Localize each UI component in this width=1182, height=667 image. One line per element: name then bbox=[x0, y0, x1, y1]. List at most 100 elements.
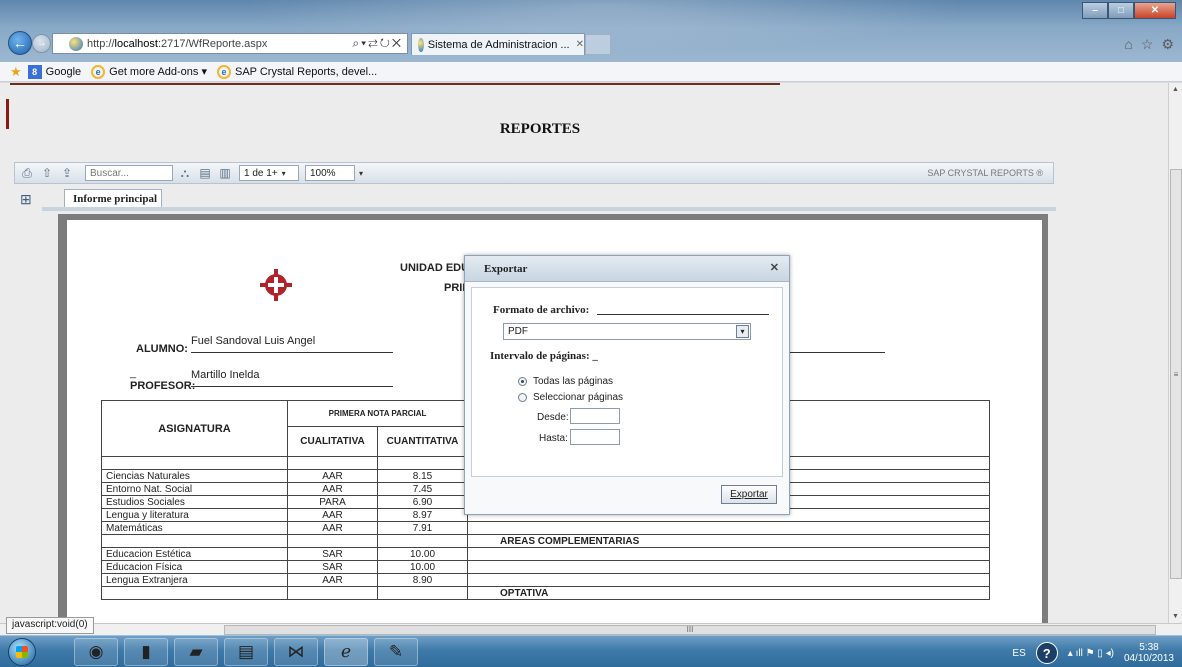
language-indicator[interactable]: ES bbox=[1012, 648, 1025, 659]
section-optativa: OPTATIVA bbox=[467, 586, 990, 600]
cell-subject: Ciencias Naturales bbox=[101, 469, 288, 483]
cell-subject: Lengua Extranjera bbox=[101, 573, 288, 587]
to-input[interactable] bbox=[570, 429, 620, 445]
chevron-down-icon: ▾ bbox=[281, 168, 286, 178]
dialog-title-bar: Exportar ✕ bbox=[465, 256, 789, 282]
radio-select-pages[interactable]: Seleccionar páginas bbox=[518, 392, 623, 403]
school-emblem-icon bbox=[260, 269, 292, 301]
favorites-star-icon[interactable]: ☆ bbox=[1141, 36, 1154, 53]
horizontal-scrollbar[interactable]: III bbox=[0, 623, 1182, 635]
header-divider bbox=[10, 83, 780, 85]
cell-qual: SAR bbox=[287, 547, 378, 561]
sap-brand: SAP CRYSTAL REPORTS ® bbox=[927, 168, 1043, 178]
start-button[interactable] bbox=[8, 638, 36, 666]
radio-unselected-icon[interactable] bbox=[518, 393, 527, 402]
back-arrow-icon[interactable]: ← bbox=[8, 31, 32, 55]
favorite-google[interactable]: 8 Google bbox=[27, 64, 82, 79]
favorite-label: SAP Crystal Reports, devel... bbox=[235, 65, 378, 78]
chrome-icon[interactable]: ◉ bbox=[74, 638, 118, 666]
table-row: Lengua Extranjera AAR 8.90 bbox=[101, 573, 990, 587]
format-select[interactable]: PDF ▾ bbox=[503, 323, 751, 340]
favorite-addons[interactable]: e Get more Add-ons ▾ bbox=[91, 64, 207, 79]
url-prefix: http:// bbox=[87, 37, 115, 50]
zoom-chevron-icon[interactable]: ▾ bbox=[359, 169, 363, 178]
vertical-scrollbar[interactable]: ▲ ≡ ▼ bbox=[1168, 83, 1182, 623]
page-title: REPORTES bbox=[499, 121, 581, 137]
tab-page-icon bbox=[418, 37, 424, 52]
export-dialog: Exportar ✕ Formato de archivo: PDF ▾ Int… bbox=[464, 255, 790, 515]
range-label-text: Intervalo de páginas: bbox=[490, 350, 590, 362]
clock[interactable]: 5:38 04/10/2013 bbox=[1124, 642, 1174, 664]
notepad-icon[interactable]: ▤ bbox=[224, 638, 268, 666]
minimize-button[interactable]: – bbox=[1082, 2, 1108, 19]
format-rule bbox=[597, 314, 769, 315]
zoom-select[interactable]: 100% bbox=[305, 165, 355, 181]
chevron-down-icon[interactable]: ▾ bbox=[736, 325, 749, 338]
office-icon[interactable]: ▮ bbox=[124, 638, 168, 666]
address-bar[interactable]: http://localhost:2717/WfReporte.aspx ⌕▾⇄… bbox=[52, 33, 408, 54]
window-controls: – □ ✕ bbox=[1082, 2, 1176, 19]
col-cuantitativa: CUANTITATIVA bbox=[377, 426, 468, 457]
horizontal-scroll-thumb[interactable]: III bbox=[224, 625, 1156, 635]
binoculars-icon[interactable]: ⛬ bbox=[177, 165, 193, 181]
cell-quant: 8.15 bbox=[377, 469, 468, 483]
scroll-up-icon[interactable]: ▲ bbox=[1172, 86, 1179, 93]
internet-explorer-icon[interactable]: ℯ bbox=[324, 638, 368, 666]
tray-icons[interactable]: ▴ ıll ⚑ ▯ ◂) bbox=[1068, 648, 1114, 659]
page-nav-next-icon[interactable]: ▥ bbox=[217, 165, 233, 181]
close-window-button[interactable]: ✕ bbox=[1134, 2, 1176, 19]
tab-strip bbox=[42, 207, 1056, 211]
radio-selected-icon[interactable] bbox=[518, 377, 527, 386]
dialog-title: Exportar bbox=[484, 263, 528, 275]
profesor-label: PROFESOR: bbox=[130, 380, 196, 392]
alumno-label: ALUMNO: bbox=[136, 343, 188, 355]
profesor-value: Martillo Inelda bbox=[191, 369, 260, 381]
radio-all-pages[interactable]: Todas las páginas bbox=[518, 376, 613, 387]
print-icon[interactable]: ⎙ bbox=[19, 165, 35, 181]
favorite-crystal[interactable]: e SAP Crystal Reports, devel... bbox=[217, 64, 378, 79]
help-icon[interactable]: ? bbox=[1035, 642, 1058, 664]
page-nav-icon[interactable]: ▤ bbox=[197, 165, 213, 181]
cell-qual: PARA bbox=[287, 495, 378, 509]
alumno-underline bbox=[191, 352, 393, 353]
cell-qual: AAR bbox=[287, 469, 378, 483]
favorite-label: Google bbox=[45, 65, 82, 78]
page-indicator[interactable]: 1 de 1+ ▾ bbox=[239, 165, 299, 181]
vertical-scroll-thumb[interactable]: ≡ bbox=[1170, 169, 1182, 579]
tab-close-icon[interactable]: ✕ bbox=[576, 39, 584, 50]
section-areas-complementarias: AREAS COMPLEMENTARIAS bbox=[467, 534, 990, 548]
group-tree-icon[interactable]: ⊞ bbox=[20, 191, 38, 211]
address-url: http://localhost:2717/WfReporte.aspx bbox=[87, 38, 267, 50]
cell-subject: Lengua y literatura bbox=[101, 508, 288, 522]
url-host: localhost bbox=[114, 37, 158, 50]
export-icon[interactable]: ⇪ bbox=[59, 165, 75, 181]
export-button[interactable]: Exportar bbox=[721, 485, 777, 504]
cell-qual: AAR bbox=[287, 508, 378, 522]
paint-icon[interactable]: ✎ bbox=[374, 638, 418, 666]
maximize-button[interactable]: □ bbox=[1108, 2, 1134, 19]
search-input[interactable] bbox=[85, 165, 173, 181]
tab-informe-principal[interactable]: Informe principal bbox=[64, 189, 162, 208]
gear-icon[interactable]: ⚙ bbox=[1161, 36, 1174, 53]
from-input[interactable] bbox=[570, 408, 620, 424]
scroll-down-icon[interactable]: ▼ bbox=[1172, 613, 1179, 620]
dialog-close-icon[interactable]: ✕ bbox=[770, 261, 779, 274]
up-icon[interactable]: ⇧ bbox=[39, 165, 55, 181]
format-label: Formato de archivo: bbox=[493, 304, 590, 316]
folder-icon[interactable]: ▰ bbox=[174, 638, 218, 666]
cell-qual: AAR bbox=[287, 573, 378, 587]
cell-subject: Educacion Estética bbox=[101, 547, 288, 561]
tab-title: Sistema de Administracion ... bbox=[427, 38, 570, 51]
new-tab-button[interactable] bbox=[585, 34, 611, 55]
browser-right-icons: ⌂ ☆ ⚙ bbox=[1124, 36, 1174, 53]
col-asignatura: ASIGNATURA bbox=[101, 400, 288, 457]
cell-subject: Entorno Nat. Social bbox=[101, 482, 288, 496]
cell-quant: 8.97 bbox=[377, 508, 468, 522]
tab-sistema[interactable]: Sistema de Administracion ... ✕ bbox=[411, 33, 585, 55]
visual-studio-icon[interactable]: ⋈ bbox=[274, 638, 318, 666]
col-group-primera-nota: PRIMERA NOTA PARCIAL bbox=[287, 400, 468, 427]
home-icon[interactable]: ⌂ bbox=[1124, 36, 1132, 53]
address-tools-icon[interactable]: ⌕▾⇄↻✕ bbox=[352, 36, 403, 51]
forward-arrow-icon[interactable]: → bbox=[32, 34, 51, 53]
favorites-star-icon[interactable]: ★ bbox=[10, 64, 22, 80]
